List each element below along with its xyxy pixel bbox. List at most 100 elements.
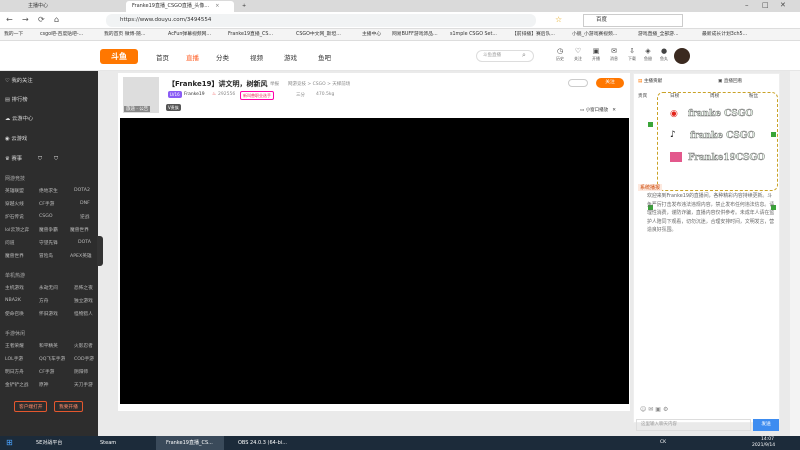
taskbar-app[interactable]: Steam [90,436,150,450]
bookmark-item[interactable]: 主播中心 [362,29,381,41]
nav-video[interactable]: 视频 [250,52,263,62]
bookmark-item[interactable]: CSGO中文网_斯坦... [296,29,341,41]
category-link[interactable]: 魔兽世界 [70,227,89,233]
sidebar-collapse-handle[interactable] [97,236,103,266]
category-link[interactable]: CF手游 [39,369,54,375]
history-button[interactable]: ◷ 历史 [552,47,568,62]
start-stream-sidebar-button[interactable]: 我要开播 [54,401,83,412]
clock[interactable]: 14:07 2021/9/14 [752,437,775,449]
category-link[interactable]: CSGO [39,214,53,219]
category-link[interactable]: DOTA2 [74,188,90,193]
yuchi-button[interactable]: ◈ 鱼翅 [640,47,656,62]
browser-tab-active[interactable]: Franke19直播_CSGO直播_头像... × [126,1,234,12]
close-icon[interactable]: ✕ [612,108,616,113]
sidebar-item-ranking[interactable]: ▤ 排行榜 [5,95,28,103]
download-button[interactable]: ⇩ 下载 [624,47,640,62]
resize-handle[interactable] [771,132,776,137]
bookmark-item[interactable]: 【前排播】赛后队... [512,29,555,41]
sidebar-item-events[interactable]: ♛ 赛事 ⛉ ⛉ [5,154,58,163]
category-link[interactable]: 怀旧游戏 [39,311,58,317]
taskbar-app[interactable]: OBS 24.0.3 (64-bi... [228,436,292,450]
overlay-selection-box[interactable] [657,92,778,191]
bookmark-item[interactable]: 最新成长计划3ch5... [702,29,747,41]
tab-anchor-contribution[interactable]: ▤ 主播贡献 [638,78,662,84]
sidebar-item-cloud-game[interactable]: ◉ 云游戏 [5,134,27,142]
category-link[interactable]: 穿越火线 [5,201,24,207]
category-link[interactable]: QQ飞车手游 [39,356,65,362]
bookmark-item[interactable]: AcFun弹幕视频网... [168,29,211,41]
bookmark-item[interactable]: csgo吧-百度贴吧-... [40,29,83,41]
shield-icon[interactable]: ⛉ [38,156,42,162]
settings-icon[interactable]: ⚙ [663,406,670,413]
mini-window-button[interactable]: ▭ 小窗口播放 ✕ [580,107,616,113]
category-link[interactable]: 英雄联盟 [5,188,24,194]
category-link[interactable]: 逆战 [80,214,89,220]
image-icon[interactable]: ▣ [655,406,663,413]
category-link[interactable]: 独立游戏 [74,298,93,304]
category-link[interactable]: DOTA [78,240,91,245]
toggle-switch[interactable] [568,79,588,87]
category-link[interactable]: 原神 [39,382,48,388]
search-icon[interactable]: ⌕ [522,51,526,60]
category-link[interactable]: CF手游 [39,201,54,207]
category-link[interactable]: 天刀手游 [74,382,93,388]
close-window-button[interactable]: ✕ [780,1,786,9]
category-link[interactable]: 守望先锋 [39,240,58,246]
bookmark-item[interactable]: 游戏直播_全部游... [638,29,679,41]
category-link[interactable]: 怪物猎人 [74,311,93,317]
category-link[interactable]: 和平精英 [39,343,58,349]
start-stream-button[interactable]: ▣ 开播 [588,47,604,62]
category-link[interactable]: 主机游戏 [5,285,24,291]
home-icon[interactable]: ⌂ [54,15,59,24]
category-link[interactable]: lol云顶之弈 [5,227,29,233]
resize-handle[interactable] [648,122,653,127]
client-open-button[interactable]: 客户端打开 [14,401,48,412]
reload-icon[interactable]: ⟳ [38,15,45,24]
category-link[interactable]: LOL手游 [5,356,23,362]
chat-input[interactable]: 这里输入聊天内容 [636,419,751,431]
new-tab-button[interactable]: + [236,1,250,12]
category-link[interactable]: 炉石传说 [5,214,24,220]
windows-start-icon[interactable]: ⊞ [6,438,13,447]
follow-button[interactable]: 关注 [596,78,624,88]
taskbar-app[interactable]: 5E对战平台 [26,436,86,450]
category-link[interactable]: 金铲铲之战 [5,382,28,388]
category-link[interactable]: 魔兽争霸 [39,227,58,233]
url-input[interactable]: https://www.douyu.com/3494554 [106,14,536,27]
nav-game[interactable]: 游戏 [284,52,297,62]
forward-icon[interactable]: → [22,15,29,24]
douyu-logo[interactable]: 斗鱼 [100,49,138,64]
category-link[interactable]: NBA2K [5,298,21,303]
category-link[interactable]: 魔兽世界 [5,253,24,259]
follow-list-button[interactable]: ♡ 关注 [570,47,586,62]
minimize-button[interactable]: – [745,1,749,9]
subtab-vip[interactable]: 贵宾 [638,93,647,99]
bookmark-item[interactable]: s1mple CSGO Set... [450,29,497,41]
category-link[interactable]: DNF [80,201,90,206]
yuwan-button[interactable]: ● 鱼丸 [656,47,672,62]
bookmark-item[interactable]: 小舰_小游戏赛视频... [572,29,617,41]
sidebar-item-cloud-center[interactable]: ☁ 云游中心 [5,114,33,122]
taskbar-app-active[interactable]: Franke19直播_CS... [156,436,224,450]
category-link[interactable]: 阴阳师 [74,369,88,375]
category-link[interactable]: 绝地求生 [39,188,58,194]
category-link[interactable]: 问道 [5,240,14,246]
anchor-name[interactable]: Franke19 [184,92,205,97]
close-tab-icon[interactable]: × [215,3,219,9]
category-link[interactable]: 火影忍者 [74,343,93,349]
category-link[interactable]: 永劫无间 [39,285,58,291]
browser-tab[interactable]: 主播中心 [22,1,122,12]
category-link[interactable]: 恐怖之夜 [74,285,93,291]
bookmark-item[interactable]: Franke19直播_CS... [228,29,273,41]
nav-live[interactable]: 直播 [186,52,199,62]
category-link[interactable]: 方舟 [39,298,48,304]
room-category[interactable]: 网游竞技 > CSGO > 天梯前场 [288,81,350,87]
bookmark-item[interactable]: 我的一下 [4,29,23,41]
user-avatar[interactable] [674,48,690,64]
nav-home[interactable]: 首页 [156,52,169,62]
send-button[interactable]: 发送 [753,419,779,431]
shield-icon[interactable]: ⛉ [54,156,58,162]
nav-fishbar[interactable]: 鱼吧 [318,52,331,62]
bookmark-item[interactable]: 网易BUFF游戏饰品... [392,29,438,41]
category-link[interactable]: 使命召唤 [5,311,24,317]
